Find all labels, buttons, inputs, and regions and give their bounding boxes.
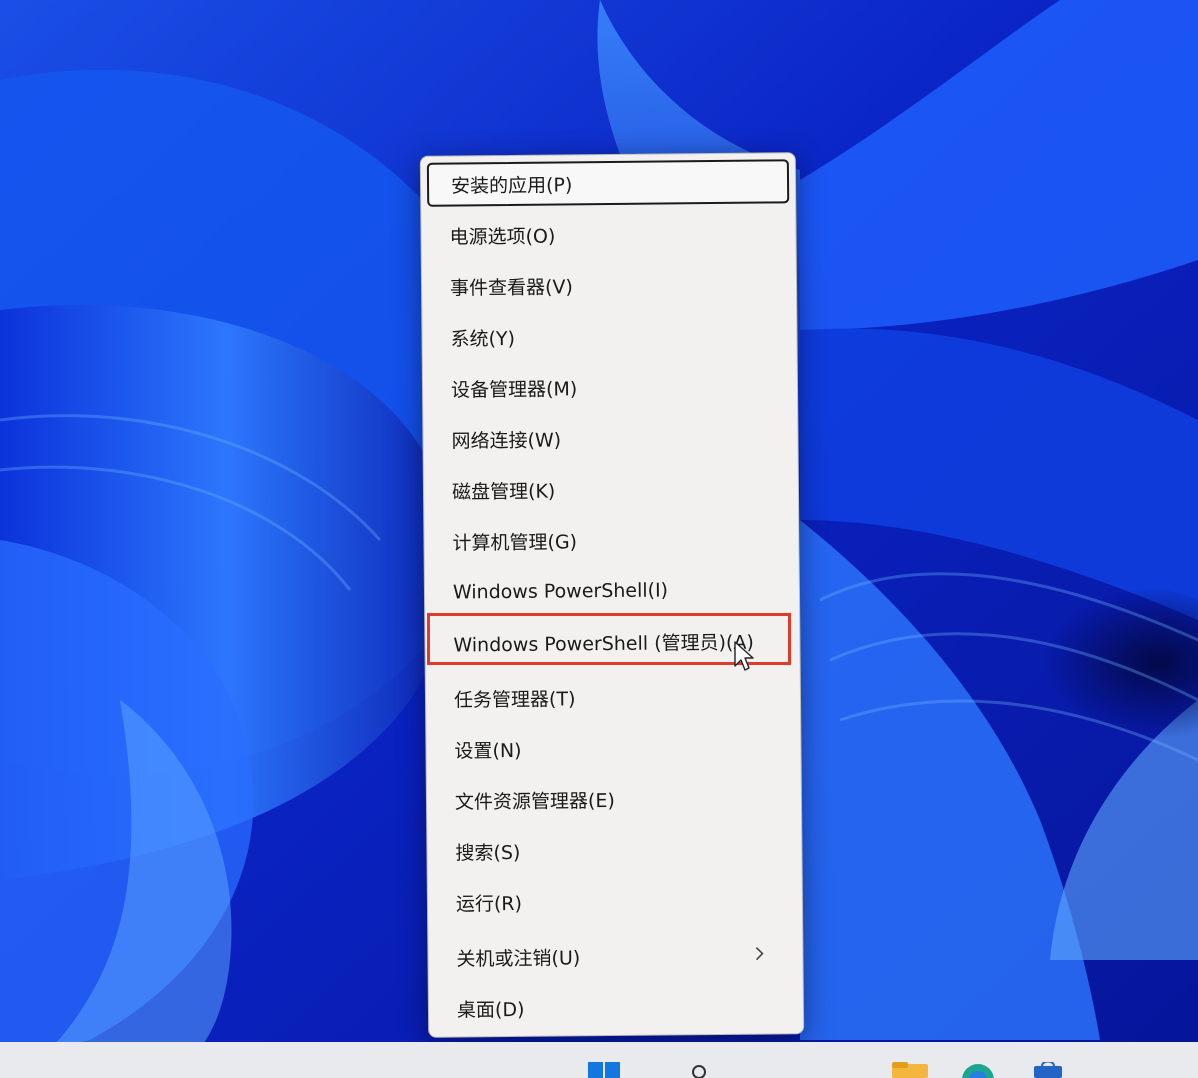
menu-item-desktop[interactable]: 桌面(D)	[435, 983, 797, 1030]
menu-item-device-manager[interactable]: 设备管理器(M)	[429, 363, 791, 410]
menu-item-label: 电源选项(O)	[449, 225, 556, 249]
file-explorer-icon[interactable]	[890, 1062, 930, 1078]
menu-item-label: 设备管理器(M)	[450, 377, 578, 402]
menu-item-settings[interactable]: 设置(N)	[432, 724, 794, 771]
menu-item-label: 网络连接(W)	[451, 428, 562, 453]
windows-start-icon[interactable]	[586, 1062, 622, 1078]
winx-context-menu: 安装的应用(P) 电源选项(O) 事件查看器(V) 系统(Y) 设备管理器(M)…	[419, 152, 805, 1038]
menu-item-label: 文件资源管理器(E)	[454, 789, 615, 814]
menu-item-label: 事件查看器(V)	[449, 275, 573, 300]
menu-item-label: 磁盘管理(K)	[451, 480, 556, 504]
menu-item-label: 任务管理器(T)	[453, 687, 576, 712]
menu-item-run[interactable]: 运行(R)	[434, 877, 796, 924]
menu-item-label: 安装的应用(P)	[450, 173, 573, 198]
menu-item-search[interactable]: 搜索(S)	[433, 826, 795, 873]
menu-item-installed-apps[interactable]: 安装的应用(P)	[426, 159, 790, 207]
taskbar	[0, 1042, 1198, 1078]
menu-item-label: 关机或注销(U)	[456, 946, 581, 971]
menu-item-label: 运行(R)	[455, 892, 523, 916]
menu-item-system[interactable]: 系统(Y)	[428, 312, 790, 359]
menu-item-label: 搜索(S)	[455, 841, 521, 865]
menu-item-shutdown-signout[interactable]: 关机或注销(U)	[434, 932, 796, 979]
menu-item-label: 系统(Y)	[450, 327, 516, 351]
store-icon[interactable]	[1030, 1062, 1066, 1078]
mouse-pointer-icon	[734, 641, 754, 671]
menu-item-label: Windows PowerShell(I)	[452, 579, 669, 604]
menu-item-disk-management[interactable]: 磁盘管理(K)	[430, 465, 792, 512]
menu-item-label: 计算机管理(G)	[452, 530, 578, 555]
menu-item-task-manager[interactable]: 任务管理器(T)	[432, 673, 794, 720]
chevron-right-icon	[755, 947, 764, 961]
menu-item-computer-management[interactable]: 计算机管理(G)	[430, 516, 792, 563]
menu-item-network-connections[interactable]: 网络连接(W)	[429, 414, 791, 461]
menu-item-label: 设置(N)	[454, 739, 522, 763]
search-icon[interactable]	[690, 1062, 714, 1078]
menu-item-file-explorer[interactable]: 文件资源管理器(E)	[433, 775, 795, 822]
menu-item-powershell[interactable]: Windows PowerShell(I)	[431, 567, 793, 614]
menu-item-event-viewer[interactable]: 事件查看器(V)	[428, 261, 790, 308]
menu-item-label: 桌面(D)	[456, 998, 525, 1022]
menu-item-power-options[interactable]: 电源选项(O)	[427, 210, 789, 257]
edge-browser-icon[interactable]	[960, 1062, 996, 1078]
